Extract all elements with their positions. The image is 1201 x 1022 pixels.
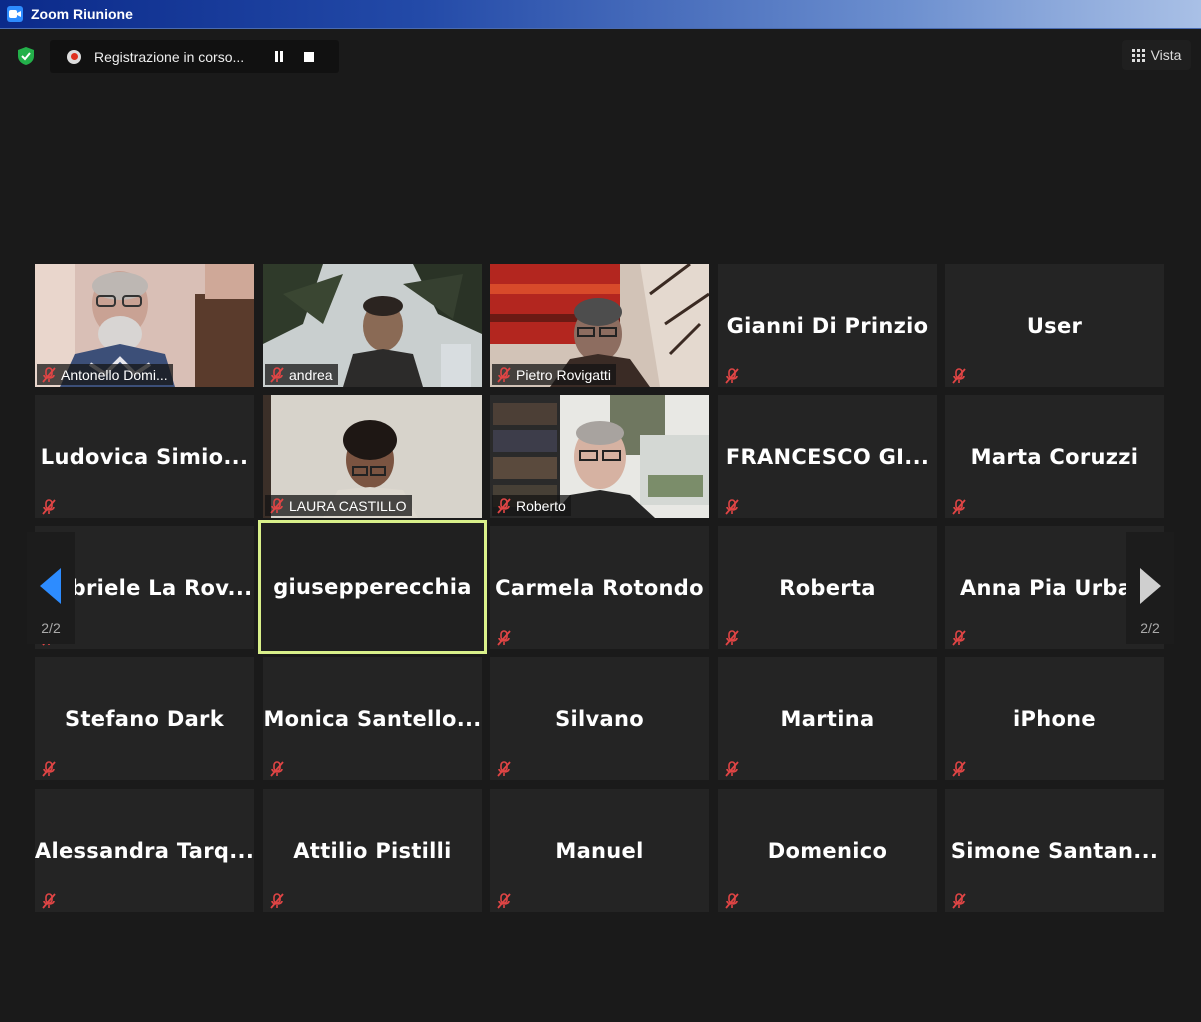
participant-name: Monica Santello...: [263, 706, 482, 731]
right-arrow-icon: [1126, 568, 1174, 604]
participant-name: Alessandra Tarq...: [35, 838, 254, 863]
muted-mic-icon: [723, 892, 740, 909]
muted-mic-icon: [495, 892, 512, 909]
muted-mic-icon: [950, 892, 967, 909]
muted-mic-icon: [268, 760, 285, 777]
security-shield-icon[interactable]: [12, 42, 40, 70]
participant-name-label: Antonello Domi...: [37, 364, 173, 385]
muted-mic-icon: [40, 892, 57, 909]
participant-tile[interactable]: User: [945, 264, 1164, 387]
muted-mic-icon: [495, 366, 512, 383]
participant-tile[interactable]: Alessandra Tarq...: [35, 789, 254, 912]
muted-mic-icon: [40, 498, 57, 515]
video-tile[interactable]: LAURA CASTILLO: [263, 395, 482, 518]
video-tile[interactable]: andrea: [263, 264, 482, 387]
participant-name: Attilio Pistilli: [293, 838, 452, 863]
participant-tile[interactable]: Carmela Rotondo: [490, 526, 709, 649]
page-indicator: 2/2: [1140, 620, 1160, 636]
participant-name-label: LAURA CASTILLO: [265, 495, 412, 516]
participant-tile[interactable]: Gianni Di Prinzio: [718, 264, 937, 387]
participant-name: Roberta: [779, 575, 876, 600]
participant-tile[interactable]: iPhone: [945, 657, 1164, 780]
participant-name: FRANCESCO GI...: [725, 444, 930, 469]
muted-mic-icon: [495, 497, 512, 514]
recording-bar: Registrazione in corso...: [50, 40, 339, 73]
participant-name: Carmela Rotondo: [495, 575, 704, 600]
participant-name-label: Roberto: [492, 495, 571, 516]
video-tile[interactable]: Pietro Rovigatti: [490, 264, 709, 387]
page-indicator: 2/2: [41, 620, 61, 636]
muted-mic-icon: [40, 366, 57, 383]
participant-name: Marta Coruzzi: [970, 444, 1139, 469]
next-page-button[interactable]: 2/2: [1126, 532, 1174, 644]
participant-name: iPhone: [1013, 706, 1096, 731]
stop-recording-button[interactable]: [294, 40, 324, 73]
muted-mic-icon: [723, 367, 740, 384]
muted-mic-icon: [268, 497, 285, 514]
participant-name: Silvano: [555, 706, 644, 731]
grid-icon: [1131, 48, 1145, 62]
participant-tile[interactable]: Marta Coruzzi: [945, 395, 1164, 518]
muted-mic-icon: [268, 892, 285, 909]
title-bar: Zoom Riunione: [0, 0, 1201, 29]
participant-tile[interactable]: Stefano Dark: [35, 657, 254, 780]
muted-mic-icon: [723, 760, 740, 777]
muted-mic-icon: [40, 760, 57, 777]
participant-name: Simone Santan...: [950, 838, 1159, 863]
left-arrow-icon: [27, 568, 75, 604]
pause-recording-button[interactable]: [264, 40, 294, 73]
participant-name-label: Pietro Rovigatti: [492, 364, 616, 385]
participant-name: Manuel: [555, 838, 644, 863]
participant-tile[interactable]: Roberta: [718, 526, 937, 649]
muted-mic-icon: [950, 367, 967, 384]
participant-tile[interactable]: Manuel: [490, 789, 709, 912]
participant-name: Gianni Di Prinzio: [726, 313, 929, 338]
participant-tile[interactable]: Martina: [718, 657, 937, 780]
participant-tile[interactable]: Silvano: [490, 657, 709, 780]
muted-mic-icon: [495, 629, 512, 646]
muted-mic-icon: [723, 629, 740, 646]
participant-name: User: [1026, 313, 1083, 338]
participant-name: Domenico: [767, 838, 888, 863]
window-title: Zoom Riunione: [31, 6, 133, 22]
muted-mic-icon: [495, 760, 512, 777]
muted-mic-icon: [950, 629, 967, 646]
participant-name: giusepperecchia: [273, 575, 472, 599]
muted-mic-icon: [950, 498, 967, 515]
view-button-label: Vista: [1150, 47, 1182, 63]
participant-tile[interactable]: Monica Santello...: [263, 657, 482, 780]
recording-status: Registrazione in corso...: [94, 48, 245, 65]
participant-name: Ludovica Simio...: [40, 444, 249, 469]
previous-page-button[interactable]: 2/2: [27, 532, 75, 644]
participant-tile[interactable]: Domenico: [718, 789, 937, 912]
video-tile[interactable]: Roberto: [490, 395, 709, 518]
participant-tile[interactable]: FRANCESCO GI...: [718, 395, 937, 518]
video-tile[interactable]: Antonello Domi...: [35, 264, 254, 387]
view-button[interactable]: Vista: [1122, 40, 1191, 70]
participant-tile[interactable]: Simone Santan...: [945, 789, 1164, 912]
muted-mic-icon: [950, 760, 967, 777]
muted-mic-icon: [723, 498, 740, 515]
muted-mic-icon: [268, 366, 285, 383]
zoom-icon: [7, 6, 23, 22]
participant-name: Martina: [780, 706, 875, 731]
active-speaker-tile[interactable]: giusepperecchia: [258, 520, 487, 654]
participant-name: Stefano Dark: [65, 706, 224, 731]
recording-icon: [67, 49, 81, 64]
participant-name-label: andrea: [265, 364, 338, 385]
participant-tile[interactable]: Ludovica Simio...: [35, 395, 254, 518]
participant-tile[interactable]: Attilio Pistilli: [263, 789, 482, 912]
